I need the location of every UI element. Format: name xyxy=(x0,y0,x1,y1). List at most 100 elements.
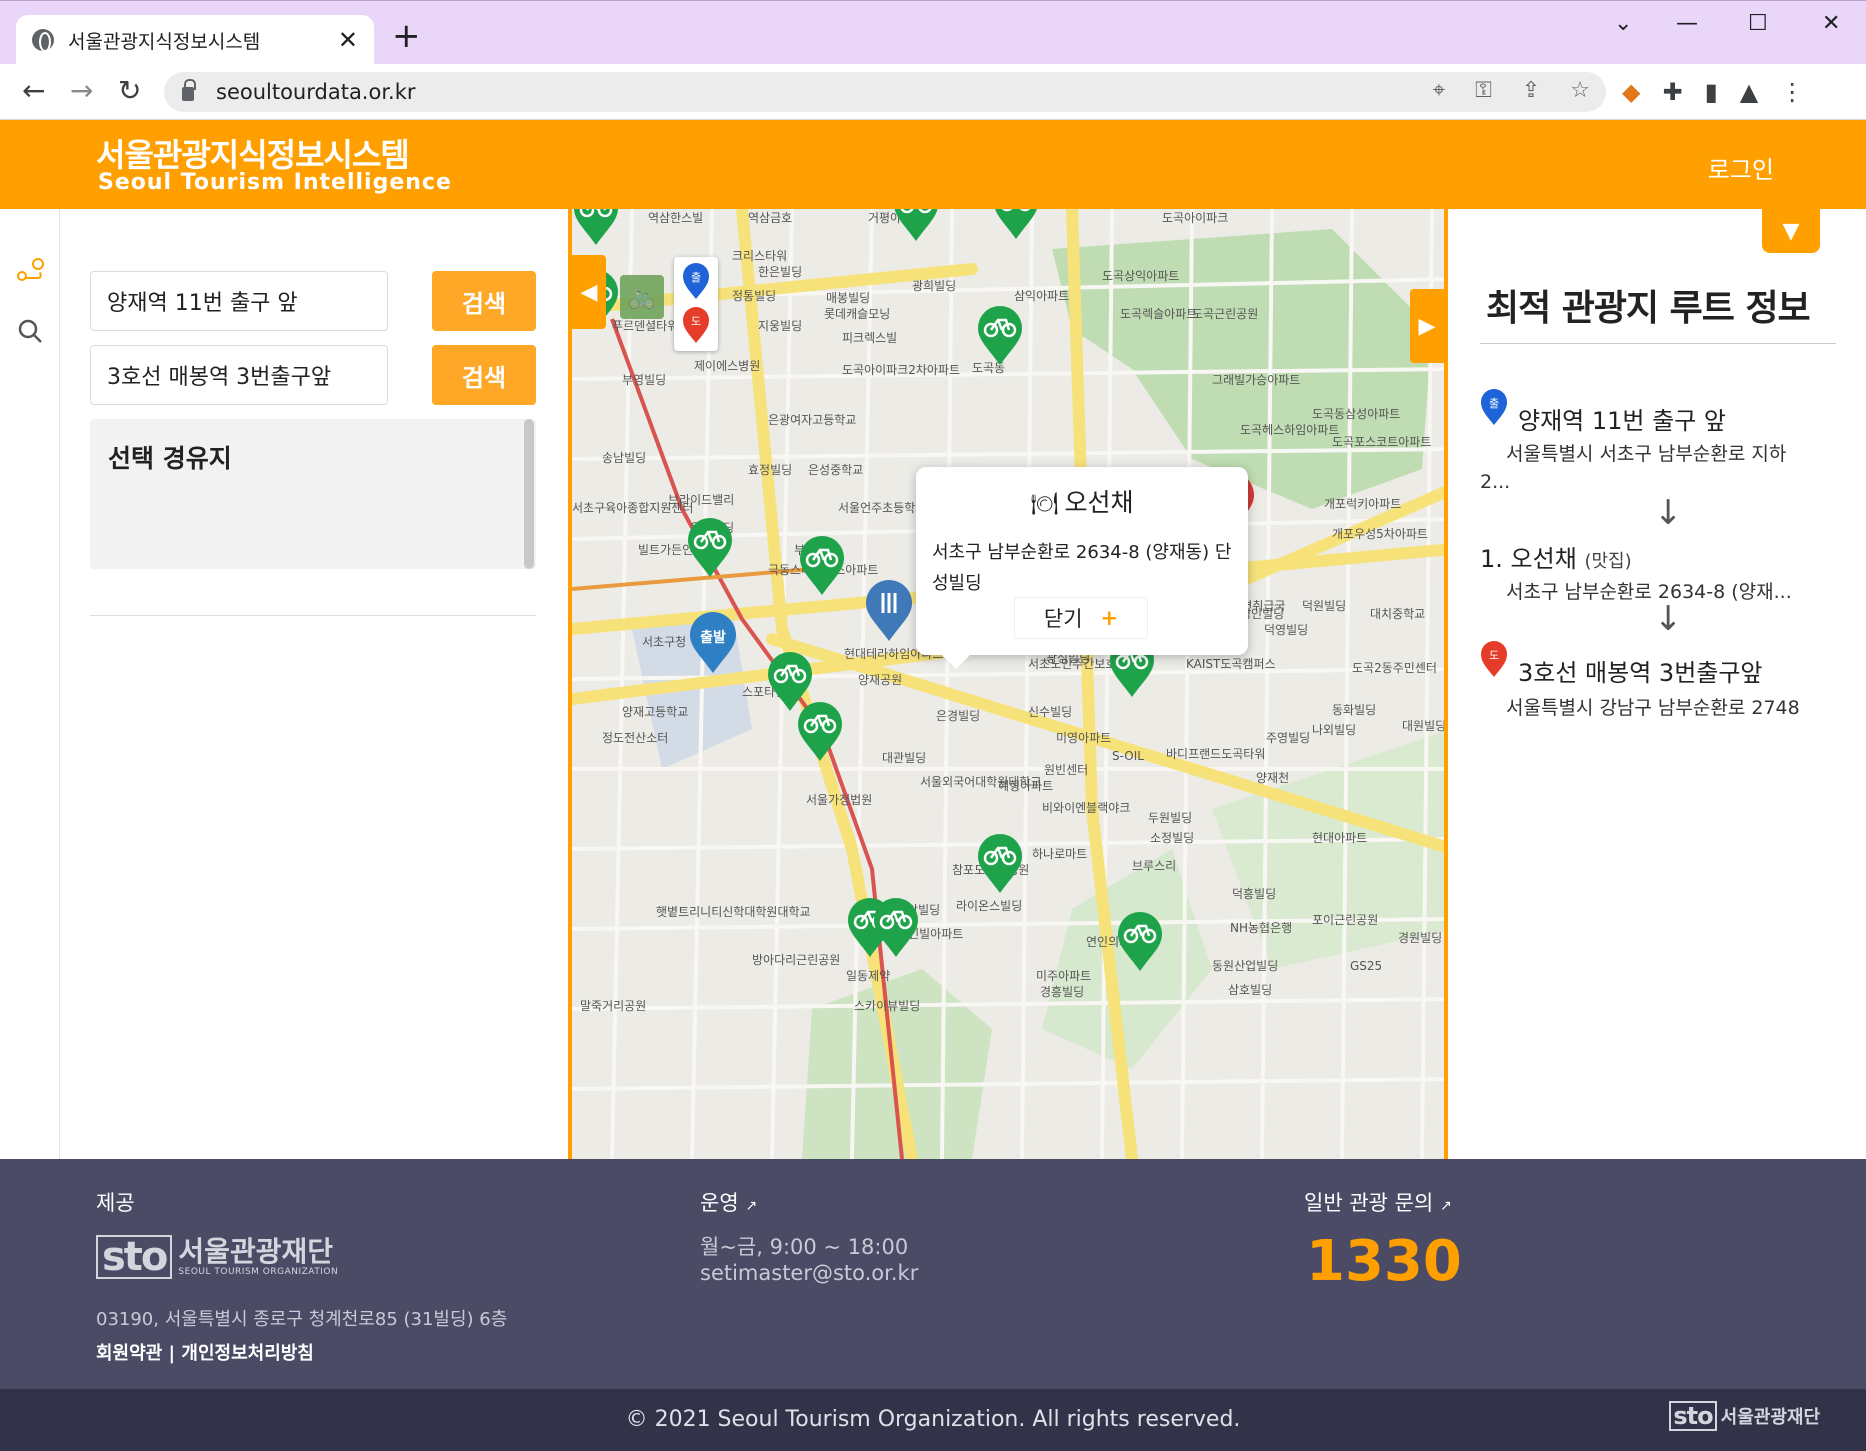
start-pin[interactable]: 출발 xyxy=(688,611,738,675)
copyright-text: © 2021 Seoul Tourism Organization. All r… xyxy=(625,1407,1241,1432)
map-place-label: 지웅빌딩 xyxy=(758,319,803,333)
svg-text:출: 출 xyxy=(1489,397,1499,410)
bike-station-pin[interactable] xyxy=(976,305,1024,367)
map-place-label: 서울가정법원 xyxy=(806,793,873,807)
inquiry-heading[interactable]: 일반 관광 문의 ↗ xyxy=(1304,1187,1452,1217)
bike-station-pin[interactable] xyxy=(976,833,1024,895)
contact-email[interactable]: setimaster@sto.or.kr xyxy=(700,1261,918,1285)
map-place-label: 도곡근린공원 xyxy=(1192,307,1259,321)
close-window-button[interactable]: ✕ xyxy=(1822,11,1840,36)
route-stop-index: 1. xyxy=(1480,545,1503,573)
location-icon[interactable]: ⌖ xyxy=(1433,78,1445,103)
map-place-label: 삼호빌딩 xyxy=(1228,983,1273,997)
map-place-label: 혜형아파트 xyxy=(998,779,1054,793)
external-link-icon: ↗ xyxy=(745,1198,758,1214)
bike-station-pin[interactable] xyxy=(872,897,920,959)
chevron-down-icon[interactable]: ▼ xyxy=(1762,209,1820,253)
map-place-label: 효정빌딩 xyxy=(748,463,793,477)
map-place-label: 정도전산소터 xyxy=(602,731,669,745)
browser-titlebar: 서울관광지식정보시스템 ✕ + ⌄ — ☐ ✕ xyxy=(0,0,1866,65)
route-stop-address: 서초구 남부순환로 2634-8 (양재... xyxy=(1506,581,1792,603)
map-place-label: 롯데캐슬모닝 xyxy=(824,307,891,321)
map-place-label: 라이온스빌딩 xyxy=(956,899,1023,913)
map-view[interactable]: 역삼한스빌 역삼금호 거평아파트 도곡아이파크 도곡동 크리스타워 한은빌딩 매봉빌딩 광희빌딩… xyxy=(568,209,1448,1159)
maximize-button[interactable]: ☐ xyxy=(1748,11,1768,36)
popup-close-button[interactable]: 닫기 + xyxy=(1014,597,1148,639)
browser-tab[interactable]: 서울관광지식정보시스템 ✕ xyxy=(16,15,374,65)
back-button[interactable]: ← xyxy=(22,74,45,107)
bike-layer-toggle[interactable]: 🚲 xyxy=(620,275,664,319)
tab-list-button[interactable]: ⌄ xyxy=(1614,11,1632,36)
map-place-label: 대관빌딩 xyxy=(882,751,927,765)
terms-link[interactable]: 회원약관 xyxy=(96,1343,162,1364)
bike-station-pin[interactable] xyxy=(992,209,1040,241)
popup-address: 서초구 남부순환로 2634-8 (양재동) 단성빌딩 xyxy=(932,542,1232,594)
address-bar[interactable]: seoultourdata.or.kr ⌖ ⚿ ⇪ ☆ xyxy=(164,72,1606,112)
bike-station-pin[interactable] xyxy=(572,209,620,247)
destination-search-button[interactable]: 검색 xyxy=(432,345,536,405)
forward-button[interactable]: → xyxy=(70,74,93,107)
svg-text:출: 출 xyxy=(691,271,701,284)
collapse-left-panel-button[interactable]: ◀ xyxy=(572,255,606,329)
sidepanel-icon[interactable]: ▮ xyxy=(1705,78,1718,106)
bike-station-pin[interactable] xyxy=(798,535,846,597)
map-place-label: 빌트가든인 xyxy=(638,543,694,557)
svg-text:도: 도 xyxy=(1489,649,1499,662)
lock-icon[interactable] xyxy=(182,79,196,101)
map-place-label: 대원빌딩 xyxy=(1402,719,1447,733)
map-place-label: 말죽거리공원 xyxy=(580,999,647,1013)
map-place-label: 햇볕트리니티신학대학원대학교 xyxy=(656,905,811,919)
puzzle-icon[interactable]: ✚ xyxy=(1662,78,1682,106)
destination-input[interactable]: 3호선 매봉역 3번출구앞 xyxy=(90,345,388,405)
origin-search-button[interactable]: 검색 xyxy=(432,271,536,331)
waypoint-scrollbar[interactable] xyxy=(524,419,534,569)
route-icon[interactable] xyxy=(0,241,60,301)
privacy-link[interactable]: 개인정보처리방침 xyxy=(181,1343,313,1364)
menu-icon[interactable]: ⋮ xyxy=(1780,78,1804,106)
restaurant-icon: 🍽 xyxy=(1030,492,1059,517)
map-place-label: 그래빌가승아파트 xyxy=(1212,373,1301,387)
operation-heading[interactable]: 운영 ↗ xyxy=(700,1187,757,1217)
divider xyxy=(1480,343,1836,344)
map-place-label: 미주아파트 xyxy=(1036,969,1092,983)
login-link[interactable]: 로그인 xyxy=(1708,150,1774,185)
restaurant-pin[interactable] xyxy=(864,579,914,643)
collapse-right-panel-button[interactable]: ▶ xyxy=(1410,289,1444,363)
map-place-label: 소정빌딩 xyxy=(1150,831,1195,845)
bike-station-pin[interactable] xyxy=(686,517,734,579)
map-place-label: 덕흥빌딩 xyxy=(1232,887,1277,901)
divider xyxy=(90,615,536,616)
new-tab-button[interactable]: + xyxy=(392,19,421,53)
start-pin-label: 출발 xyxy=(700,629,726,646)
arrow-down-icon: ↓ xyxy=(1654,493,1683,533)
key-icon[interactable]: ⚿ xyxy=(1475,78,1492,103)
profile-icon[interactable]: ▲ xyxy=(1740,78,1758,106)
route-start-name: 양재역 11번 출구 앞 xyxy=(1518,407,1726,435)
sidebar-icon-rail xyxy=(0,209,60,1159)
origin-input[interactable]: 양재역 11번 출구 앞 xyxy=(90,271,388,331)
minimize-button[interactable]: — xyxy=(1676,11,1698,36)
reload-button[interactable]: ↻ xyxy=(118,74,141,107)
arrow-down-icon: ↓ xyxy=(1654,599,1683,639)
map-place-label: 도곡2동주민센터 xyxy=(1352,661,1437,675)
bike-station-pin[interactable] xyxy=(796,701,844,763)
sto-logo-small: sto 서울관광재단 xyxy=(1669,1401,1820,1431)
tab-close-button[interactable]: ✕ xyxy=(338,26,358,54)
star-icon[interactable]: ☆ xyxy=(1570,78,1590,103)
map-place-label: 제이에스병원 xyxy=(694,359,761,373)
bike-station-pin[interactable] xyxy=(1116,911,1164,973)
map-place-label: 동원산업빌딩 xyxy=(1212,959,1279,973)
map-place-label: 비와이엔블랙야크 xyxy=(1042,801,1131,815)
share-icon[interactable]: ⇪ xyxy=(1522,78,1540,103)
metamask-icon[interactable]: ◆ xyxy=(1622,78,1640,106)
map-place-label: 도곡아이파크2차아파트 xyxy=(842,363,961,377)
route-start-address-cont: 2... xyxy=(1480,471,1511,493)
map-place-label: 양재공원 xyxy=(858,673,903,687)
plus-icon: + xyxy=(1100,606,1119,630)
search-icon[interactable] xyxy=(0,301,60,361)
map-place-label: 도곡렉슬아파트 xyxy=(1120,307,1198,321)
map-place-label: 역삼한스빌 xyxy=(648,211,704,225)
map-place-label: 바디프랜드도곡타워 xyxy=(1166,747,1266,761)
bike-station-pin[interactable] xyxy=(892,209,940,243)
waypoint-list[interactable]: 선택 경유지 xyxy=(90,419,536,569)
